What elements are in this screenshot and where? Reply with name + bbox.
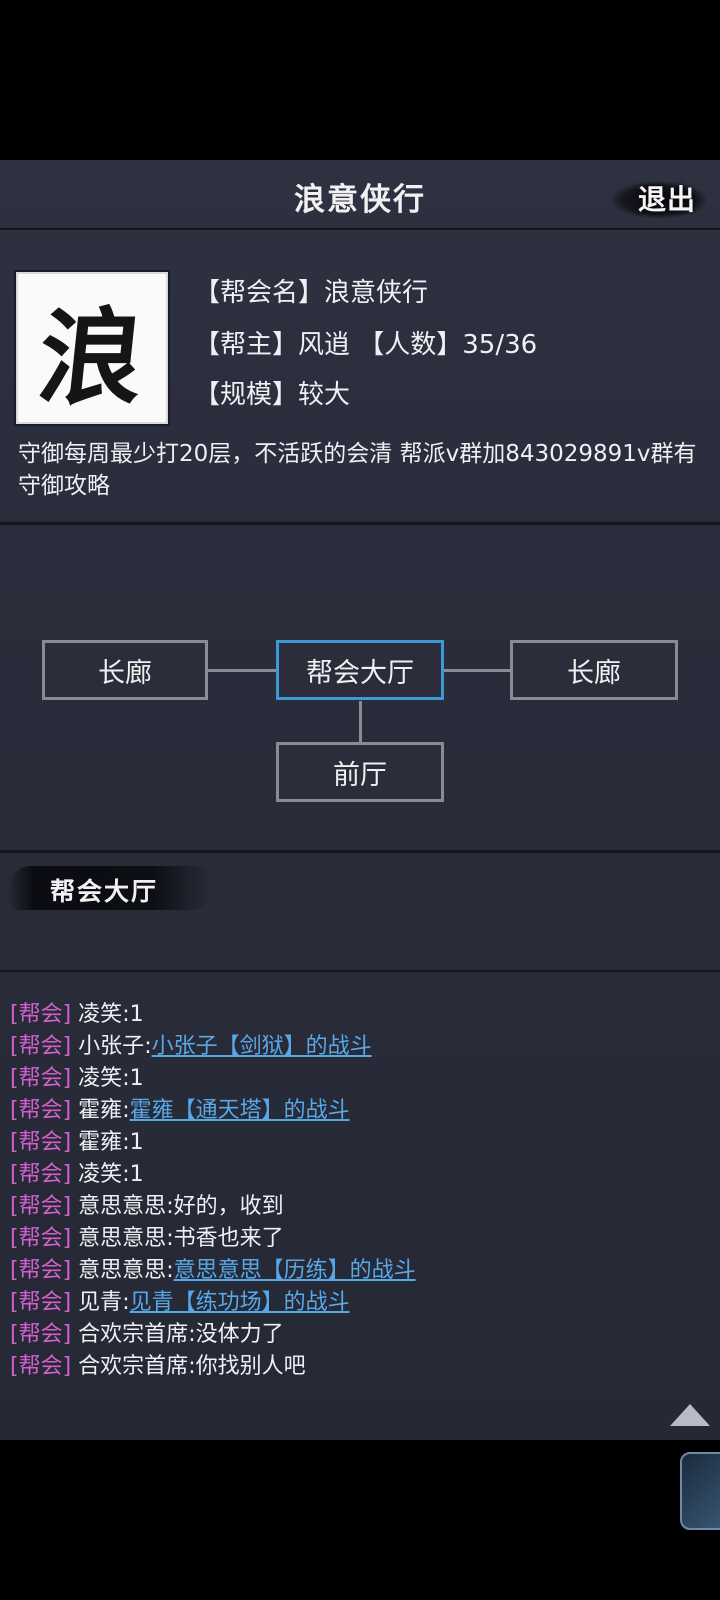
chat-sender-name[interactable]: 合欢宗首席	[78, 1322, 188, 1347]
chat-channel-tag: [帮会]	[10, 1226, 72, 1251]
chat-sender-name[interactable]: 小张子	[78, 1034, 144, 1059]
chat-sender-name[interactable]: 意思意思	[78, 1258, 166, 1283]
battle-link[interactable]: 意思意思【历练】的战斗	[174, 1258, 416, 1283]
room-front-hall[interactable]: 前厅	[276, 742, 444, 802]
chat-message: [帮会] 合欢宗首席:你找别人吧	[10, 1348, 306, 1380]
chat-message-text: :	[122, 1290, 130, 1315]
chat-channel-tag: [帮会]	[10, 1354, 72, 1379]
battle-link[interactable]: 小张子【剑狱】的战斗	[152, 1034, 372, 1059]
chat-channel-tag: [帮会]	[10, 1130, 72, 1155]
guild-description: 守御每周最少打20层，不活跃的会清 帮派v群加843029891v群有守御攻略	[18, 441, 697, 499]
chat-message: [帮会] 意思意思:意思意思【历练】的战斗	[10, 1252, 416, 1284]
header-bar: 浪意侠行 退出	[0, 160, 720, 230]
chat-channel-tag: [帮会]	[10, 1322, 72, 1347]
chat-sender-name[interactable]: 意思意思	[78, 1194, 166, 1219]
chat-message-text: :1	[122, 1002, 144, 1027]
chat-message: [帮会] 凌笑:1	[10, 1156, 144, 1188]
current-room-label: 帮会大厅	[50, 877, 159, 906]
guild-leader-line: 【帮主】风逍 【人数】35/36	[194, 330, 538, 360]
chat-channel-tag: [帮会]	[10, 1162, 72, 1187]
chat-message-text: :你找别人吧	[188, 1354, 306, 1379]
chat-sender-name[interactable]: 合欢宗首席	[78, 1354, 188, 1379]
chat-message: [帮会] 凌笑:1	[10, 1060, 144, 1092]
chat-channel-tag: [帮会]	[10, 1194, 72, 1219]
map-connector	[444, 669, 510, 672]
chat-channel-tag: [帮会]	[10, 1258, 72, 1283]
chat-message-text: :1	[122, 1130, 144, 1155]
chat-sender-name[interactable]: 见青	[78, 1290, 122, 1315]
chat-message-text: :没体力了	[188, 1322, 284, 1347]
map-connector	[208, 669, 276, 672]
chat-message: [帮会] 霍雍:霍雍【通天塔】的战斗	[10, 1092, 350, 1124]
chat-log[interactable]: [帮会] 凌笑:1 [帮会] 小张子:小张子【剑狱】的战斗 [帮会] 凌笑:1 [帮会…	[0, 990, 720, 1390]
chat-message: [帮会] 凌笑:1	[10, 996, 144, 1028]
chat-message: [帮会] 合欢宗首席:没体力了	[10, 1316, 284, 1348]
guild-scale-line: 【规模】较大	[194, 380, 351, 410]
chat-channel-tag: [帮会]	[10, 1098, 72, 1123]
room-corridor-right[interactable]: 长廊	[510, 640, 678, 700]
chat-message-text: :	[166, 1258, 174, 1283]
chat-sender-name[interactable]: 凌笑	[78, 1162, 122, 1187]
chat-channel-tag: [帮会]	[10, 1034, 72, 1059]
room-guild-hall[interactable]: 帮会大厅	[276, 640, 444, 700]
chat-message: [帮会] 霍雍:1	[10, 1124, 144, 1156]
guild-map: 长廊 帮会大厅 长廊 前厅	[0, 525, 720, 853]
current-room-section: 帮会大厅	[0, 852, 720, 972]
chat-message-text: :	[144, 1034, 152, 1059]
chat-sender-name[interactable]: 意思意思	[78, 1226, 166, 1251]
chat-message-text: :书香也来了	[166, 1226, 284, 1251]
chat-message-text: :	[122, 1098, 130, 1123]
chat-sender-name[interactable]: 凌笑	[78, 1066, 122, 1091]
chat-sender-name[interactable]: 霍雍	[78, 1130, 122, 1155]
chat-message: [帮会] 意思意思:好的，收到	[10, 1188, 284, 1220]
battle-link[interactable]: 霍雍【通天塔】的战斗	[130, 1098, 350, 1123]
chat-sender-name[interactable]: 凌笑	[78, 1002, 122, 1027]
chat-channel-tag: [帮会]	[10, 1066, 72, 1091]
side-menu-button[interactable]	[680, 1452, 720, 1530]
chat-sender-name[interactable]: 霍雍	[78, 1098, 122, 1123]
chat-message-text: :好的，收到	[166, 1194, 284, 1219]
guild-info-panel: 浪 【帮会名】浪意侠行 【帮主】风逍 【人数】35/36 【规模】较大 守御每周…	[0, 232, 720, 525]
chat-message-text: :1	[122, 1066, 144, 1091]
scroll-up-icon[interactable]	[670, 1404, 710, 1426]
chat-channel-tag: [帮会]	[10, 1290, 72, 1315]
battle-link[interactable]: 见青【练功场】的战斗	[130, 1290, 350, 1315]
guild-logo-char: 浪	[32, 295, 150, 419]
chat-channel-tag: [帮会]	[10, 1002, 72, 1027]
chat-message-text: :1	[122, 1162, 144, 1187]
chat-message: [帮会] 见青:见青【练功场】的战斗	[10, 1284, 350, 1316]
chat-message: [帮会] 意思意思:书香也来了	[10, 1220, 284, 1252]
chat-message: [帮会] 小张子:小张子【剑狱】的战斗	[10, 1028, 372, 1060]
guild-name-line: 【帮会名】浪意侠行	[194, 278, 429, 308]
room-corridor-left[interactable]: 长廊	[42, 640, 208, 700]
guild-logo: 浪	[16, 272, 168, 424]
exit-button[interactable]: 退出	[638, 178, 696, 218]
map-connector	[359, 701, 362, 743]
